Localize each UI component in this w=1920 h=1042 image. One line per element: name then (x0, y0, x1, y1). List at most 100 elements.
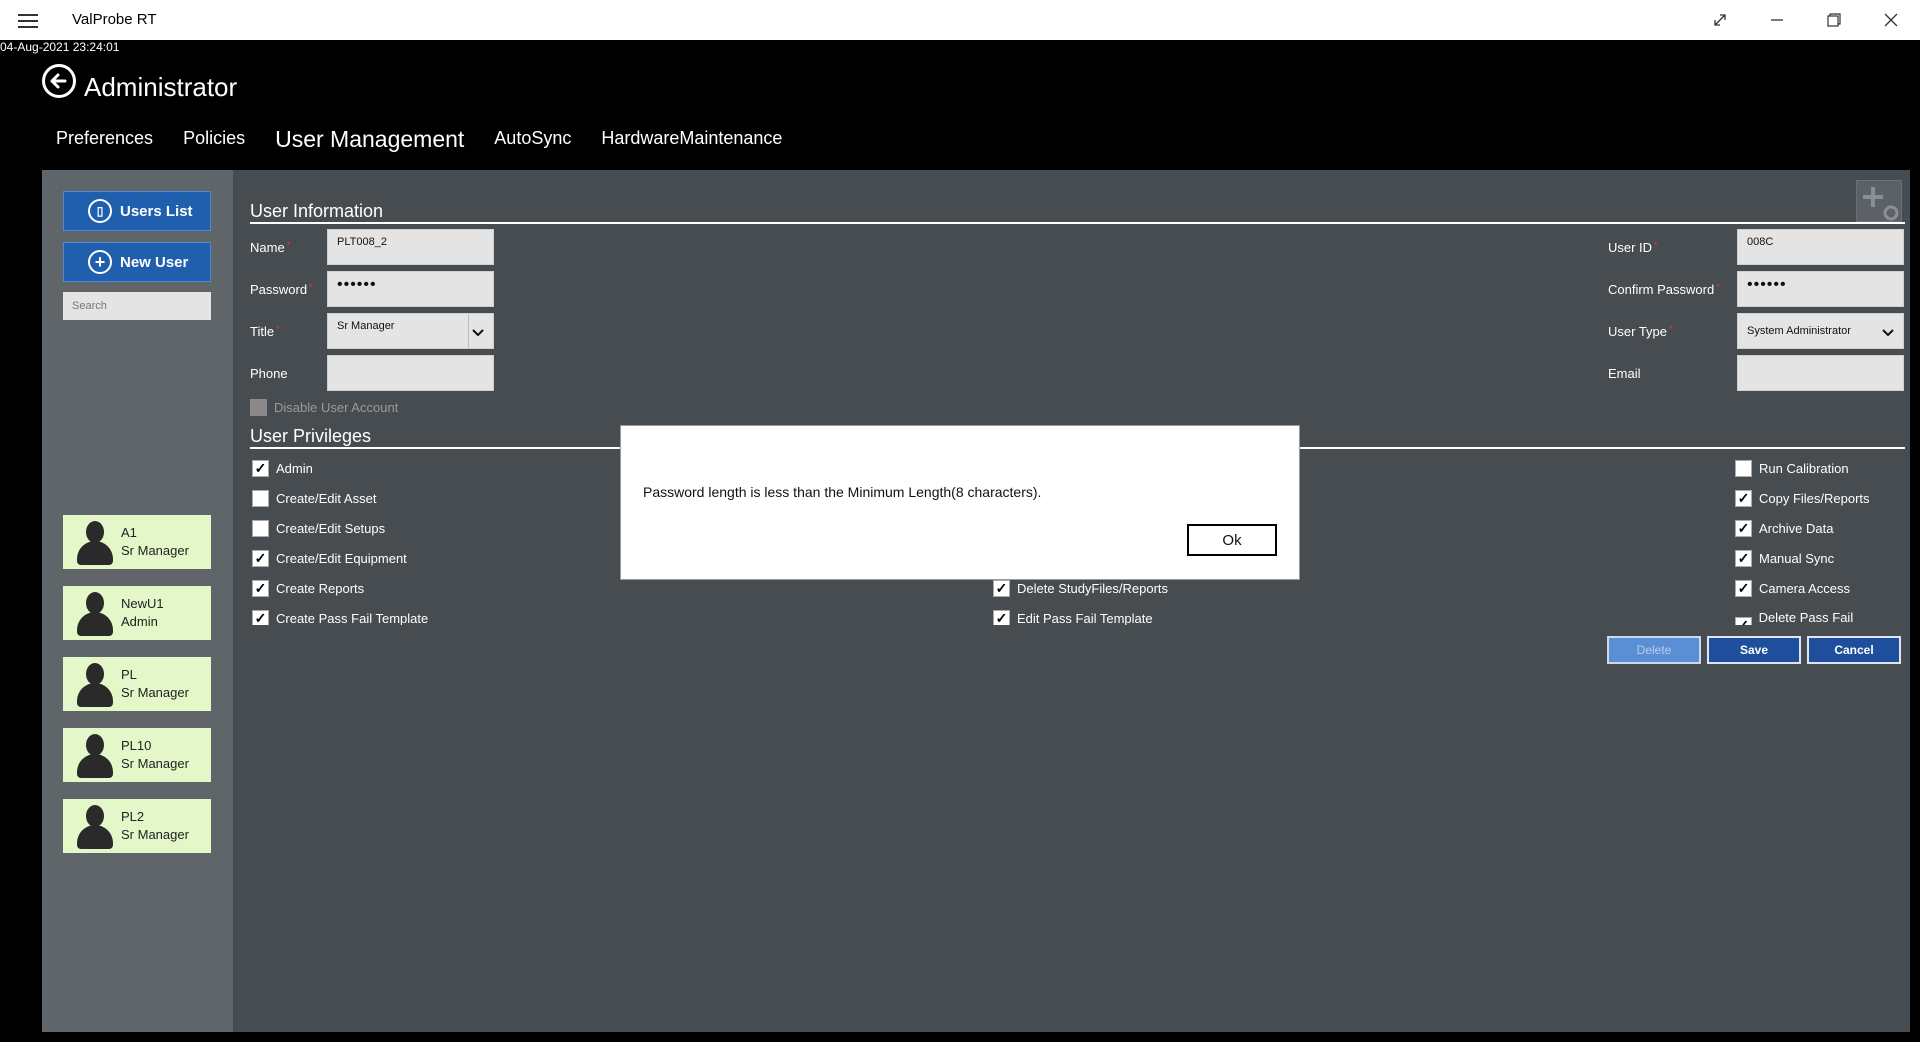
user-name: NewU1 (121, 596, 164, 611)
avatar-icon (73, 659, 117, 709)
user-card-newu1[interactable]: NewU1 Admin (63, 586, 211, 640)
user-name: PL2 (121, 809, 145, 824)
restore-icon[interactable] (1806, 0, 1862, 40)
privilege-manual-sync[interactable]: ✓ Manual Sync (1735, 550, 1834, 567)
user-information-title: User Information (250, 201, 384, 221)
top-navigation: Preferences Policies User Management Aut… (56, 126, 812, 153)
section-divider (250, 222, 1905, 224)
tab-autosync[interactable]: AutoSync (494, 128, 571, 153)
tab-preferences[interactable]: Preferences (56, 128, 153, 153)
checkbox-checked: ✓ (993, 610, 1010, 625)
email-field[interactable] (1737, 355, 1904, 391)
privilege-create-edit-setups[interactable]: Create/Edit Setups (252, 520, 385, 537)
privilege-camera-access[interactable]: ✓ Camera Access (1735, 580, 1850, 597)
user-card-pl10[interactable]: PL10 Sr Manager (63, 728, 211, 782)
checkbox-checked: ✓ (252, 580, 269, 597)
user-type-select[interactable]: System Administrator (1737, 313, 1904, 349)
user-role: Sr Manager (121, 543, 189, 558)
tab-policies[interactable]: Policies (183, 128, 245, 153)
privilege-create-pass-fail-template[interactable]: ✓ Create Pass Fail Template (252, 610, 428, 625)
privilege-admin[interactable]: ✓ Admin (252, 460, 313, 477)
search-input[interactable] (63, 292, 211, 320)
tab-user-management[interactable]: User Management (275, 126, 464, 153)
checkbox-checked: ✓ (1735, 616, 1752, 625)
user-privileges-title: User Privileges (250, 426, 372, 446)
user-id-label: User ID * (1608, 240, 1658, 255)
checkbox-checked: ✓ (1735, 490, 1752, 507)
document-icon: ▯ (88, 199, 112, 223)
checkbox-unchecked (252, 520, 269, 537)
user-role: Sr Manager (121, 685, 189, 700)
confirm-password-field[interactable]: •••••• (1737, 271, 1904, 307)
checkbox-unchecked (1735, 460, 1752, 477)
user-role: Admin (121, 614, 158, 629)
tab-hardware-maintenance[interactable]: HardwareMaintenance (601, 128, 782, 153)
new-user-label: New User (120, 253, 189, 271)
user-name: A1 (121, 525, 137, 540)
checkbox-checked: ✓ (252, 610, 269, 625)
password-field[interactable]: •••••• (327, 271, 494, 307)
password-label: Password * (250, 282, 313, 297)
privilege-copy-files-reports[interactable]: ✓ Copy Files/Reports (1735, 490, 1870, 507)
privilege-create-edit-asset[interactable]: Create/Edit Asset (252, 490, 376, 507)
new-user-button[interactable]: + New User (63, 242, 211, 282)
checkbox-checked: ✓ (993, 580, 1010, 597)
user-card-pl2[interactable]: PL2 Sr Manager (63, 799, 211, 853)
checkbox-unchecked (252, 490, 269, 507)
dialog-message: Password length is less than the Minimum… (643, 484, 1042, 500)
app-title: ValProbe RT (72, 11, 157, 28)
disable-account-checkbox[interactable]: Disable User Account (250, 399, 398, 416)
checkbox-checked: ✓ (252, 460, 269, 477)
avatar-icon (73, 588, 117, 638)
cancel-button[interactable]: Cancel (1807, 636, 1901, 664)
user-name: PL10 (121, 738, 152, 753)
checkbox-checked: ✓ (1735, 520, 1752, 537)
user-role: Sr Manager (121, 827, 189, 842)
user-role: Sr Manager (121, 756, 189, 771)
chevron-down-icon (1882, 329, 1894, 337)
save-button[interactable]: Save (1707, 636, 1801, 664)
checkbox-checked: ✓ (1735, 580, 1752, 597)
phone-label: Phone (250, 366, 288, 381)
hamburger-menu-icon[interactable] (18, 10, 38, 30)
privilege-run-calibration[interactable]: Run Calibration (1735, 460, 1849, 477)
users-list-button[interactable]: ▯ Users List (63, 191, 211, 231)
user-id-field[interactable]: 008C (1737, 229, 1904, 265)
minimize-icon[interactable] (1749, 0, 1805, 40)
user-name: PL (121, 667, 137, 682)
add-user-icon[interactable] (1856, 180, 1902, 222)
user-card-pl[interactable]: PL Sr Manager (63, 657, 211, 711)
checkbox-checked: ✓ (252, 550, 269, 567)
user-type-label: User Type * (1608, 324, 1673, 339)
close-icon[interactable] (1863, 0, 1919, 40)
title-bar: ValProbe RT (0, 0, 1920, 40)
back-arrow-icon[interactable] (42, 64, 76, 98)
avatar-icon (73, 517, 117, 567)
privilege-delete-pass-fail-template[interactable]: ✓Delete Pass Fail Template (1735, 610, 1905, 625)
fullscreen-icon[interactable] (1692, 0, 1748, 40)
datetime-stamp: 04-Aug-2021 23:24:01 (0, 40, 120, 54)
name-field[interactable]: PLT008_2 (327, 229, 494, 265)
users-list-label: Users List (120, 202, 193, 220)
privilege-delete-studyfiles-reports[interactable]: ✓ Delete StudyFiles/Reports (993, 580, 1168, 597)
plus-circle-icon: + (88, 250, 112, 274)
avatar-icon (73, 801, 117, 851)
checkbox-checked: ✓ (1735, 550, 1752, 567)
confirm-password-label: Confirm Password * (1608, 282, 1720, 297)
avatar-icon (73, 730, 117, 780)
email-label: Email (1608, 366, 1641, 381)
title-value: Sr Manager (337, 320, 395, 332)
privilege-edit-pass-fail-template[interactable]: ✓ Edit Pass Fail Template (993, 610, 1153, 625)
title-select[interactable]: Sr Manager (327, 313, 494, 349)
page-title: Administrator (84, 72, 238, 102)
title-label: Title * (250, 324, 280, 339)
chevron-down-icon (472, 329, 484, 337)
user-card-a1[interactable]: A1 Sr Manager (63, 515, 211, 569)
delete-button[interactable]: Delete (1607, 636, 1701, 664)
name-label: Name * (250, 240, 291, 255)
phone-field[interactable] (327, 355, 494, 391)
privilege-create-edit-equipment[interactable]: ✓ Create/Edit Equipment (252, 550, 407, 567)
privilege-archive-data[interactable]: ✓ Archive Data (1735, 520, 1833, 537)
ok-button[interactable]: Ok (1187, 524, 1277, 556)
privilege-create-reports[interactable]: ✓ Create Reports (252, 580, 364, 597)
